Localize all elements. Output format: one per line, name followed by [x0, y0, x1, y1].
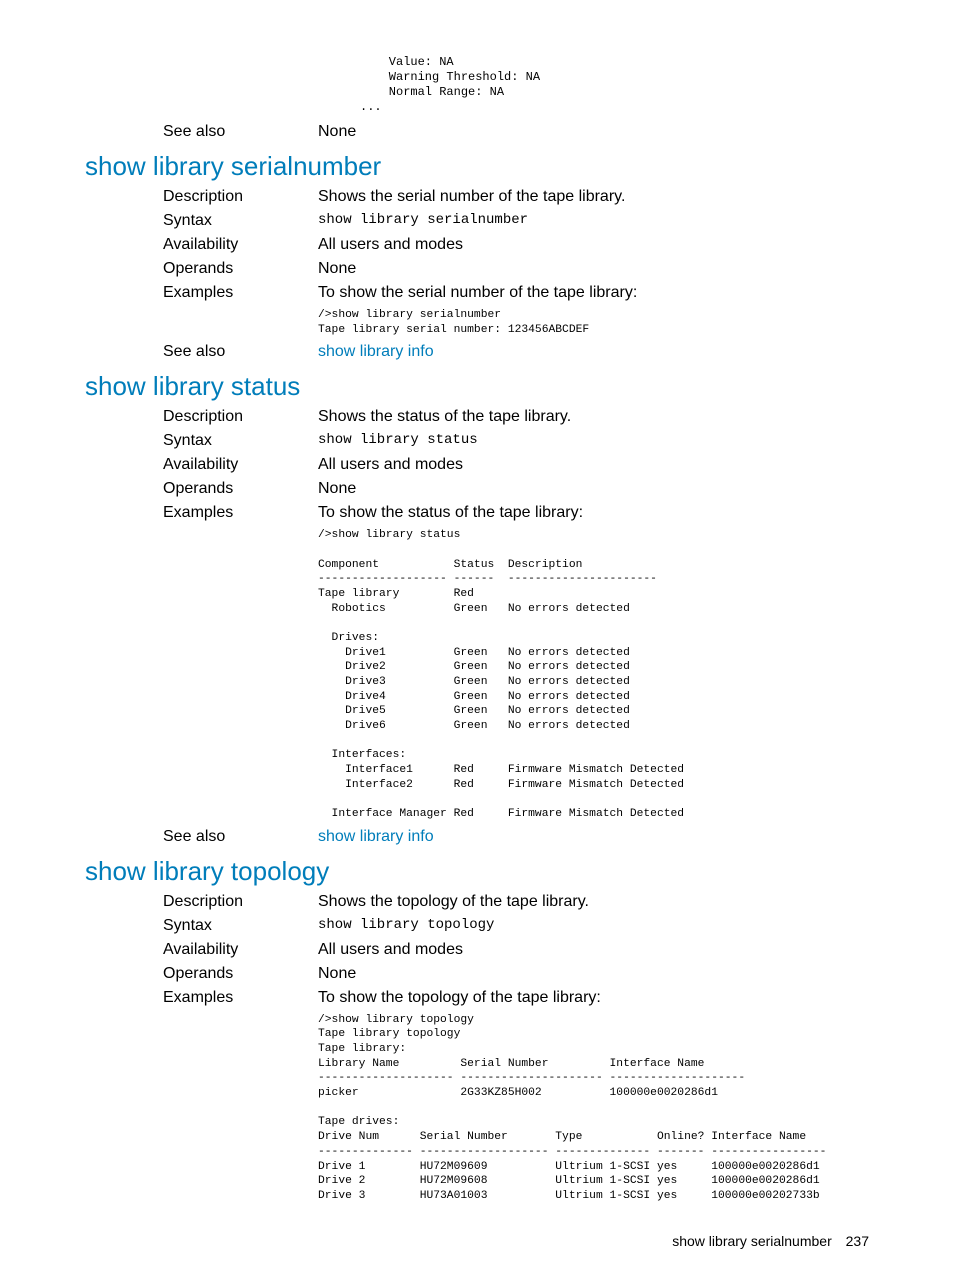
label: Operands	[85, 260, 318, 278]
value: show library status	[318, 432, 869, 448]
label: Examples	[85, 284, 318, 302]
row-tp-syntax: Syntax show library topology	[85, 917, 869, 935]
label: Description	[85, 188, 318, 206]
section-title-serialnumber: show library serialnumber	[85, 151, 869, 182]
row-tp-examples: Examples To show the topology of the tap…	[85, 989, 869, 1007]
example-block-st: />show library status Component Status D…	[318, 528, 869, 821]
value: To show the topology of the tape library…	[318, 989, 869, 1007]
label: Operands	[85, 965, 318, 983]
label: Description	[85, 893, 318, 911]
value: All users and modes	[318, 236, 869, 254]
link-show-library-info[interactable]: show library info	[318, 343, 869, 361]
value: show library serialnumber	[318, 212, 869, 228]
label: See also	[85, 343, 318, 361]
label: Syntax	[85, 212, 318, 230]
section-title-status: show library status	[85, 371, 869, 402]
value: show library topology	[318, 917, 869, 933]
footer-text: show library serialnumber	[672, 1233, 832, 1249]
page-number: 237	[846, 1233, 869, 1249]
label: Description	[85, 408, 318, 426]
pre-top-block: Value: NA Warning Threshold: NA Normal R…	[360, 55, 869, 115]
row-tp-description: Description Shows the topology of the ta…	[85, 893, 869, 911]
page-footer: show library serialnumber 237	[672, 1233, 869, 1249]
value: Shows the status of the tape library.	[318, 408, 869, 426]
label: Availability	[85, 456, 318, 474]
row-st-availability: Availability All users and modes	[85, 456, 869, 474]
example-block-tp: />show library topology Tape library top…	[318, 1013, 869, 1204]
row-sn-examples: Examples To show the serial number of th…	[85, 284, 869, 302]
value-see-also: None	[318, 123, 869, 141]
row-st-examples: Examples To show the status of the tape …	[85, 504, 869, 522]
label: Examples	[85, 989, 318, 1007]
value: Shows the serial number of the tape libr…	[318, 188, 869, 206]
label: See also	[85, 828, 318, 846]
value: Shows the topology of the tape library.	[318, 893, 869, 911]
row-st-syntax: Syntax show library status	[85, 432, 869, 450]
value: All users and modes	[318, 456, 869, 474]
label: Syntax	[85, 917, 318, 935]
row-sn-operands: Operands None	[85, 260, 869, 278]
label: Availability	[85, 236, 318, 254]
label: Availability	[85, 941, 318, 959]
row-sn-syntax: Syntax show library serialnumber	[85, 212, 869, 230]
row-sn-seealso: See also show library info	[85, 343, 869, 361]
label: Syntax	[85, 432, 318, 450]
link-show-library-info[interactable]: show library info	[318, 828, 869, 846]
value: None	[318, 260, 869, 278]
row-see-also-top: See also None	[85, 123, 869, 141]
label: Operands	[85, 480, 318, 498]
value: All users and modes	[318, 941, 869, 959]
row-sn-description: Description Shows the serial number of t…	[85, 188, 869, 206]
label-see-also: See also	[85, 123, 318, 141]
example-block-sn: />show library serialnumber Tape library…	[318, 308, 869, 337]
row-st-operands: Operands None	[85, 480, 869, 498]
row-st-seealso: See also show library info	[85, 828, 869, 846]
value: None	[318, 480, 869, 498]
row-tp-availability: Availability All users and modes	[85, 941, 869, 959]
row-tp-operands: Operands None	[85, 965, 869, 983]
value: To show the status of the tape library:	[318, 504, 869, 522]
row-sn-availability: Availability All users and modes	[85, 236, 869, 254]
label: Examples	[85, 504, 318, 522]
section-title-topology: show library topology	[85, 856, 869, 887]
value: None	[318, 965, 869, 983]
row-st-description: Description Shows the status of the tape…	[85, 408, 869, 426]
value: To show the serial number of the tape li…	[318, 284, 869, 302]
